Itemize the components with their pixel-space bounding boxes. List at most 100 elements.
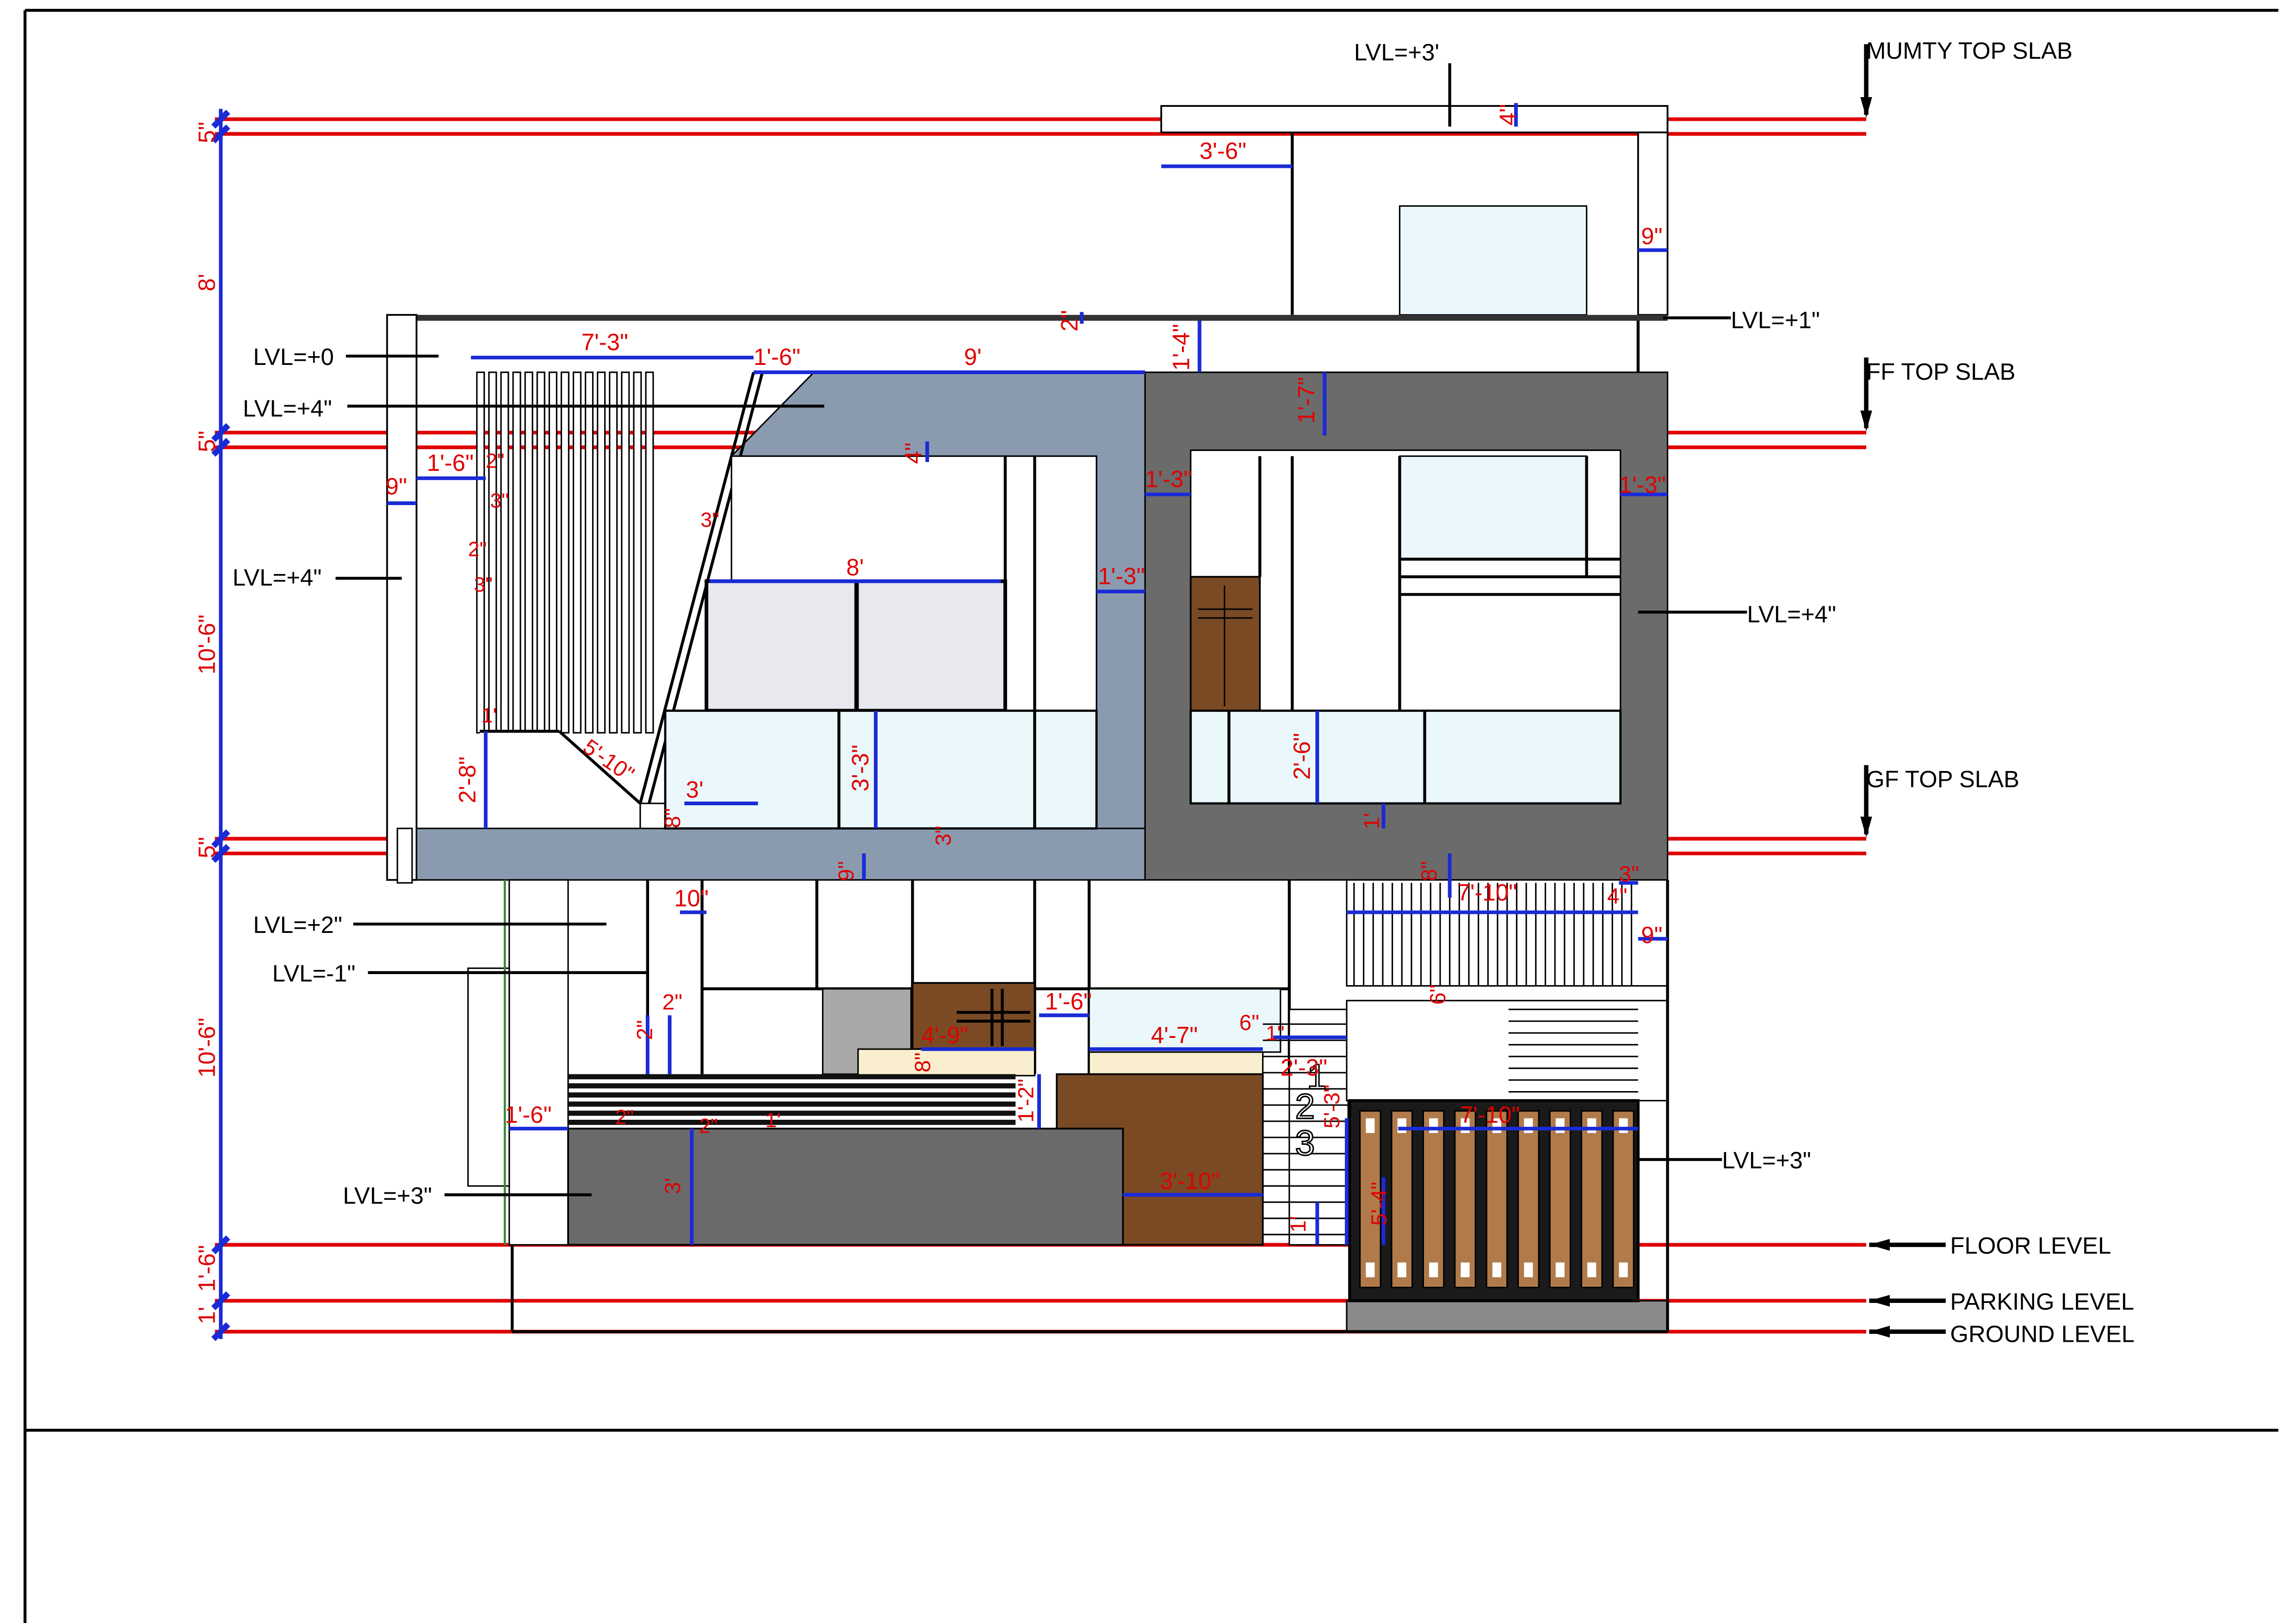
dim-band-height: 1'-7" xyxy=(1293,377,1319,424)
gate-bar-slot xyxy=(1366,1262,1375,1277)
dim-sill-mark: 8" xyxy=(661,808,685,828)
lvl-gf-gate: LVL=+3" xyxy=(1722,1147,1811,1173)
gate-bar-slot xyxy=(1397,1262,1406,1277)
louver-fin xyxy=(621,371,630,734)
dim-plinth-mark: 1' xyxy=(1286,1216,1311,1233)
gate-bar-slot xyxy=(1555,1262,1565,1277)
louver-fin xyxy=(584,371,594,734)
gate-bar-slot xyxy=(1587,1118,1597,1133)
label-gf-top-slab: GF TOP SLAB xyxy=(1866,766,2019,792)
lvl-parapet-left: LVL=+0 xyxy=(253,344,334,370)
lvl-parapet-right: LVL=+1" xyxy=(1731,307,1820,333)
gate-bar-slot xyxy=(1524,1118,1533,1133)
gate-bar xyxy=(1580,1110,1603,1289)
dim-rail-a: 2" xyxy=(615,1106,634,1129)
dim-frame-right-a: 1'-3" xyxy=(1619,472,1666,498)
ff-center-windows xyxy=(664,455,1098,830)
dim-mumty-canopy: 3'-6" xyxy=(1200,138,1246,164)
dim-mumty-wall: 9" xyxy=(1641,223,1662,249)
dim-mumty-edge: 4" xyxy=(1495,104,1521,125)
dim-planter-width: 3'-10" xyxy=(1160,1168,1220,1194)
gf-planter xyxy=(567,1073,1264,1246)
height-dimension-chain: 5" 8' 5" 10'-6" 5" 10'-6" 1'-6" 1' xyxy=(193,109,230,1341)
ff-right-frame xyxy=(1144,371,1669,881)
rail-bar xyxy=(568,1119,1016,1125)
rail-bar xyxy=(568,1083,1016,1089)
dim-band-width: 9' xyxy=(964,344,982,370)
louver-fin xyxy=(524,371,533,734)
parking-gate xyxy=(1348,1099,1640,1302)
lvl-ff-left-wall: LVL=+4" xyxy=(233,564,322,591)
dim-gf-step-mark: 6" xyxy=(1426,985,1450,1005)
level-markers: MUMTY TOP SLAB FF TOP SLAB GF TOP SLAB F… xyxy=(1860,37,2135,1347)
step-number: 3 xyxy=(1295,1123,1315,1163)
dim-rail-b: 2" xyxy=(699,1115,718,1138)
louver-fin xyxy=(633,371,642,734)
dim-fin-e: 3" xyxy=(700,509,719,531)
dim-ff-height: 10'-6" xyxy=(193,615,220,675)
gate-bar xyxy=(1517,1110,1540,1289)
gate-bar xyxy=(1485,1110,1508,1289)
dim-step-1: 1" xyxy=(1266,1022,1285,1045)
rail-bar xyxy=(568,1092,1016,1098)
dim-planter-height: 3' xyxy=(661,1178,685,1194)
dim-fin-a: 2" xyxy=(486,450,505,473)
gate-bar xyxy=(1454,1110,1476,1289)
gate-bar-slot xyxy=(1366,1118,1375,1133)
dim-gf-right-width: 7'-10" xyxy=(1457,879,1517,906)
dim-sill-ledge: 3' xyxy=(686,776,704,802)
dim-ff-wall-left: 9" xyxy=(386,473,407,500)
dim-ff-slab: 5" xyxy=(193,431,220,452)
dim-frame-side: 1'-3" xyxy=(1098,563,1145,589)
label-parking-level: PARKING LEVEL xyxy=(1950,1288,2134,1314)
louver-fin xyxy=(488,371,497,734)
dim-rail-right-base: 1' xyxy=(1360,813,1384,829)
gate-bar xyxy=(1612,1110,1634,1289)
dim-gf-recess-b: 2" xyxy=(662,990,682,1014)
mumty-block xyxy=(416,105,1669,321)
dim-gf-col: 10" xyxy=(674,885,709,912)
louver-fin xyxy=(500,371,509,734)
louver-fin xyxy=(572,371,582,734)
label-floor-level: FLOOR LEVEL xyxy=(1950,1232,2111,1259)
gate-bar-slot xyxy=(1461,1262,1470,1277)
gate-bar xyxy=(1391,1110,1413,1289)
gate-bar-slot xyxy=(1429,1262,1438,1277)
louver-fin xyxy=(609,371,618,734)
lvl-gf-recess: LVL=-1" xyxy=(272,960,356,987)
gate-bar-slot xyxy=(1492,1262,1502,1277)
dim-gf-right-a: 4" xyxy=(1607,884,1627,908)
dim-gf-slab: 5" xyxy=(193,837,220,858)
dim-beam-drop: 9" xyxy=(834,861,859,881)
step-number: 2 xyxy=(1295,1087,1315,1126)
dim-fin-base: 1' xyxy=(481,704,496,727)
louver-fin xyxy=(512,371,521,734)
louver-fins xyxy=(476,371,654,734)
lvl-ff-right-frame: LVL=+4" xyxy=(1747,601,1836,628)
dim-rail-c: 1' xyxy=(765,1109,780,1132)
dim-gf-right-drop: 8" xyxy=(1417,861,1442,881)
dim-fin-c: 2" xyxy=(468,538,487,561)
dim-window-width: 8' xyxy=(846,554,864,580)
dim-stair-h: 5'-3" xyxy=(1320,1085,1344,1129)
dim-planter-block: 1'-2" xyxy=(1014,1079,1038,1123)
dim-fin-d: 3" xyxy=(474,574,493,596)
dim-ff-ledge: 1'-6" xyxy=(427,450,474,476)
dim-gf-height: 10'-6" xyxy=(193,1018,220,1078)
gate-bar-slot xyxy=(1555,1118,1565,1133)
dim-planter-left: 1'-6" xyxy=(505,1101,551,1128)
label-mumty-top-slab: MUMTY TOP SLAB xyxy=(1866,37,2073,64)
rail-bar xyxy=(568,1074,1016,1080)
dim-slab-mark: 3" xyxy=(931,826,956,845)
dim-parapet-thk: 2" xyxy=(1056,310,1083,331)
dim-band-drop: 1'-4" xyxy=(1168,324,1194,370)
dim-louver-width: 7'-3" xyxy=(582,329,628,355)
dim-gate-height: 5'-4" xyxy=(1367,1182,1392,1226)
elevation-drawing: 5" 8' 5" 10'-6" 5" 10'-6" 1'-6" 1' 1 2 3… xyxy=(23,9,2278,1623)
louver-fin xyxy=(548,371,557,734)
dim-gap-mid: 1'-6" xyxy=(1045,988,1092,1014)
gate-bar-slot xyxy=(1429,1118,1438,1133)
dim-frame-left-a: 1'-3" xyxy=(1145,466,1192,492)
dim-win-mid: 4'-7" xyxy=(1151,1022,1198,1049)
lvl-gf-planter: LVL=+3" xyxy=(343,1182,432,1209)
